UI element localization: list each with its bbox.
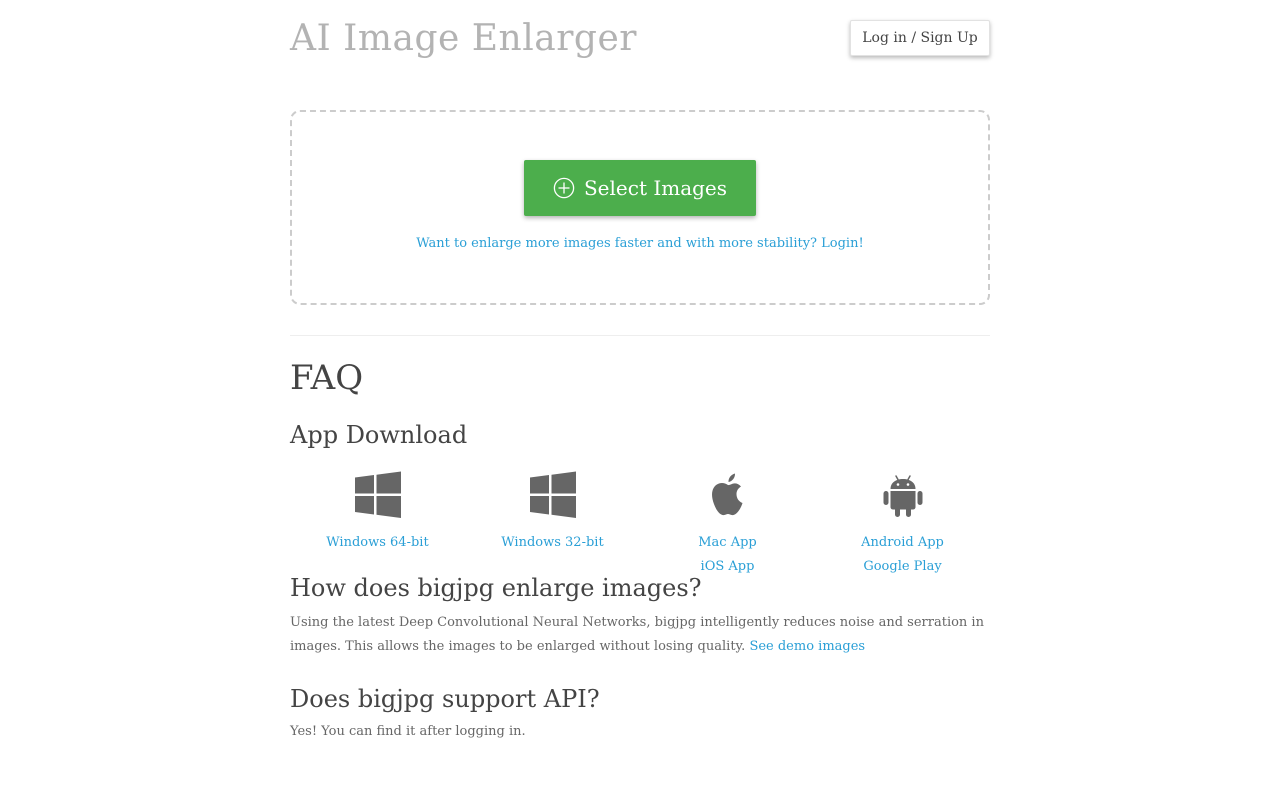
app-android: Android App Google Play [815,458,990,574]
app-download-list: Windows 64-bit Windows 32-bit Mac App iO… [290,458,990,574]
app-windows-64: Windows 64-bit [290,458,465,573]
faq-answer-api: Yes! You can find it after logging in. [290,724,526,739]
google-play-link[interactable]: Google Play [815,555,990,579]
upload-drop-zone[interactable]: Select Images Want to enlarge more image… [290,110,990,305]
faq-question-api: Does bigjpg support API? [290,685,600,713]
mac-app-link[interactable]: Mac App [640,531,815,555]
login-signup-button[interactable]: Log in / Sign Up [850,20,990,56]
page-container: AI Image Enlarger Log in / Sign Up Selec… [290,0,990,744]
site-title: AI Image Enlarger [290,18,637,59]
divider [290,335,990,336]
windows-icon[interactable] [529,471,577,519]
login-hint-link[interactable]: Want to enlarge more images faster and w… [292,236,988,251]
faq-title: FAQ [290,358,364,398]
windows-32-link[interactable]: Windows 32-bit [465,531,640,555]
faq-answer-how: Using the latest Deep Convolutional Neur… [290,611,990,659]
see-demo-images-link[interactable]: See demo images [749,639,865,654]
select-images-button[interactable]: Select Images [524,160,756,216]
select-images-label: Select Images [583,176,728,200]
android-icon[interactable] [879,471,927,519]
apple-icon[interactable] [704,471,752,519]
app-windows-32: Windows 32-bit [465,458,640,573]
windows-64-link[interactable]: Windows 64-bit [290,531,465,555]
header: AI Image Enlarger Log in / Sign Up [290,0,990,110]
android-app-link[interactable]: Android App [815,531,990,555]
app-download-title: App Download [290,421,468,449]
app-apple: Mac App iOS App [640,458,815,574]
windows-icon[interactable] [354,471,402,519]
faq-answer-how-text: Using the latest Deep Convolutional Neur… [290,615,984,654]
plus-circle-icon [553,177,575,199]
